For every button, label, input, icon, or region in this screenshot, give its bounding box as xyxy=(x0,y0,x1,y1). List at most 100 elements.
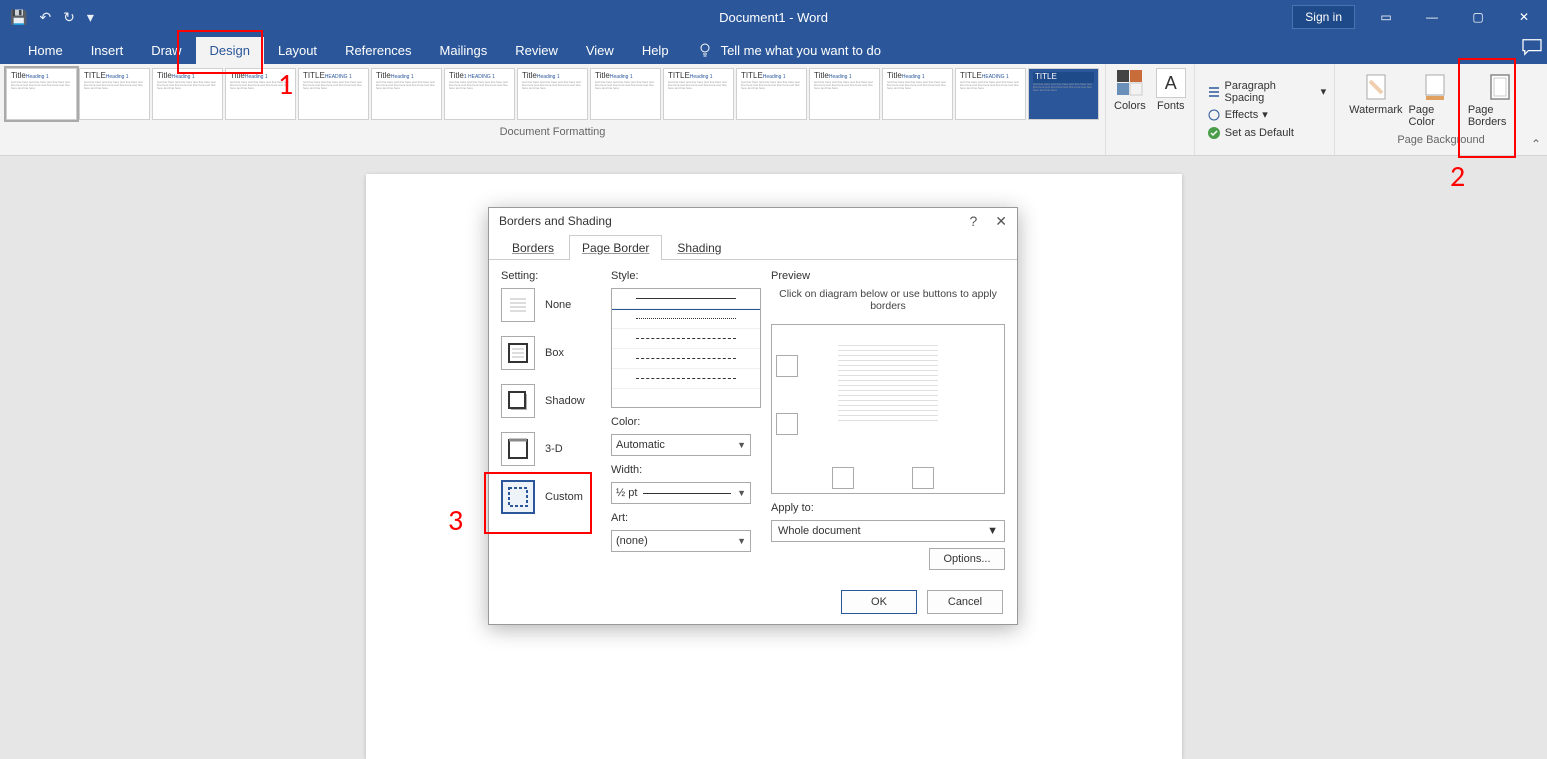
theme-thumb[interactable]: TitleHeading 1text line here text line h… xyxy=(225,68,296,120)
art-combo[interactable]: (none)▼ xyxy=(611,530,751,552)
tab-references[interactable]: References xyxy=(331,37,425,64)
check-icon xyxy=(1207,126,1221,140)
theme-thumb[interactable]: TitleHeading 1text line here text line h… xyxy=(152,68,223,120)
preview-page-icon xyxy=(838,345,938,425)
theme-thumb[interactable]: TitleHeading 1text line here text line h… xyxy=(882,68,953,120)
effects-label: Effects xyxy=(1225,109,1258,121)
width-combo[interactable]: ½ pt▼ xyxy=(611,482,751,504)
tab-insert[interactable]: Insert xyxy=(77,37,138,64)
help-icon[interactable]: ? xyxy=(969,213,977,230)
theme-thumb[interactable]: TITLEHeading 1text line here text line h… xyxy=(663,68,734,120)
fonts-button[interactable]: A Fonts xyxy=(1156,68,1186,112)
dialog-titlebar: Borders and Shading ? ✕ xyxy=(489,208,1017,234)
page-borders-button[interactable]: Page Borders xyxy=(1468,72,1533,128)
borders-shading-dialog: Borders and Shading ? ✕ Borders Page Bor… xyxy=(488,207,1018,625)
border-bottom-toggle[interactable] xyxy=(776,413,798,435)
page-color-button[interactable]: Page Color xyxy=(1409,72,1462,128)
watermark-button[interactable]: Watermark xyxy=(1349,72,1402,128)
theme-thumb[interactable]: TitleHeading 1text line here text line h… xyxy=(6,68,77,120)
redo-icon[interactable]: ↻ xyxy=(63,9,75,26)
title-right: Sign in ▭ — ▢ ✕ xyxy=(1292,0,1547,34)
page-color-icon xyxy=(1420,72,1450,102)
close-icon[interactable]: ✕ xyxy=(1501,0,1547,34)
tab-home[interactable]: Home xyxy=(14,37,77,64)
theme-thumb[interactable]: TITLEHEADING 1text line here text line h… xyxy=(298,68,369,120)
theme-thumb[interactable]: TITLEHeading 1text line here text line h… xyxy=(79,68,150,120)
tab-help[interactable]: Help xyxy=(628,37,683,64)
art-label: Art: xyxy=(611,512,761,524)
width-label: Width: xyxy=(611,464,761,476)
dialog-tab-shading[interactable]: Shading xyxy=(664,235,734,260)
theme-thumb[interactable]: TITLEtext line here text line here text … xyxy=(1028,68,1099,120)
theme-thumb[interactable]: TitleHeading 1text line here text line h… xyxy=(517,68,588,120)
lightbulb-icon xyxy=(697,42,713,58)
style-dashed-sparse[interactable] xyxy=(612,329,760,349)
paragraph-spacing-button[interactable]: Paragraph Spacing ▾ xyxy=(1207,80,1326,104)
color-combo[interactable]: Automatic▼ xyxy=(611,434,751,456)
style-dash-dot[interactable] xyxy=(612,369,760,389)
theme-thumb[interactable]: TITLEHEADING 1text line here text line h… xyxy=(955,68,1026,120)
ribbon-display-icon[interactable]: ▭ xyxy=(1363,0,1409,34)
cancel-button[interactable]: Cancel xyxy=(927,590,1003,614)
save-icon[interactable]: 💾 xyxy=(10,9,27,26)
maximize-icon[interactable]: ▢ xyxy=(1455,0,1501,34)
theme-thumb[interactable]: Title1 HEADING 1text line here text line… xyxy=(444,68,515,120)
dialog-tab-borders[interactable]: Borders xyxy=(499,235,567,260)
options-button[interactable]: Options... xyxy=(929,548,1005,570)
theme-thumb[interactable]: TITLEHeading 1text line here text line h… xyxy=(736,68,807,120)
ribbon: TitleHeading 1text line here text line h… xyxy=(0,64,1547,156)
setting-3d[interactable]: 3-D xyxy=(501,432,601,466)
comments-icon[interactable] xyxy=(1521,38,1543,56)
colors-button[interactable]: Colors xyxy=(1114,68,1146,112)
tab-layout[interactable]: Layout xyxy=(264,37,331,64)
style-listbox[interactable] xyxy=(611,288,761,408)
tab-view[interactable]: View xyxy=(572,37,628,64)
undo-icon[interactable]: ↶ xyxy=(39,9,51,26)
page-background-group: Watermark Page Color Page Borders Page B… xyxy=(1334,64,1547,155)
group-label-formatting: Document Formatting xyxy=(0,124,1105,144)
ok-button[interactable]: OK xyxy=(841,590,917,614)
dialog-close-icon[interactable]: ✕ xyxy=(995,213,1007,230)
document-formatting-group: TitleHeading 1text line here text line h… xyxy=(0,64,1105,155)
dialog-title: Borders and Shading xyxy=(499,214,612,228)
setting-shadow[interactable]: Shadow xyxy=(501,384,601,418)
collapse-ribbon-icon[interactable]: ⌃ xyxy=(1531,137,1541,151)
set-default-button[interactable]: Set as Default xyxy=(1207,126,1326,140)
fonts-label: Fonts xyxy=(1157,100,1185,112)
spacing-effects-group: Paragraph Spacing ▾ Effects ▾ Set as Def… xyxy=(1194,64,1334,155)
setting-custom[interactable]: Custom xyxy=(501,480,601,514)
window-title: Document1 - Word xyxy=(719,10,828,25)
quick-access-toolbar: 💾 ↶ ↻ ▾ xyxy=(0,9,94,26)
qat-more-icon[interactable]: ▾ xyxy=(87,9,94,26)
style-label: Style: xyxy=(611,270,761,282)
paragraph-spacing-label: Paragraph Spacing xyxy=(1224,80,1316,104)
setting-none[interactable]: None xyxy=(501,288,601,322)
style-dashed[interactable] xyxy=(612,349,760,369)
tab-draw[interactable]: Draw xyxy=(137,37,195,64)
border-right-toggle[interactable] xyxy=(912,467,934,489)
dialog-tabs: Borders Page Border Shading xyxy=(489,234,1017,260)
border-left-toggle[interactable] xyxy=(832,467,854,489)
tab-design[interactable]: Design xyxy=(196,37,264,64)
theme-thumb[interactable]: TitleHeading 1text line here text line h… xyxy=(371,68,442,120)
paragraph-spacing-icon xyxy=(1207,85,1221,99)
minimize-icon[interactable]: — xyxy=(1409,0,1455,34)
sign-in-button[interactable]: Sign in xyxy=(1292,5,1355,29)
preview-diagram[interactable] xyxy=(771,324,1005,494)
border-top-toggle[interactable] xyxy=(776,355,798,377)
tell-me-label: Tell me what you want to do xyxy=(721,43,881,58)
dialog-tab-page-border[interactable]: Page Border xyxy=(569,235,662,260)
preview-instructions: Click on diagram below or use buttons to… xyxy=(771,288,1005,312)
style-solid[interactable] xyxy=(612,289,760,309)
ribbon-tabs: File Home Insert Draw Design Layout Refe… xyxy=(0,34,1547,64)
theme-thumb[interactable]: TitleHeading 1text line here text line h… xyxy=(590,68,661,120)
tab-mailings[interactable]: Mailings xyxy=(426,37,502,64)
theme-gallery[interactable]: TitleHeading 1text line here text line h… xyxy=(0,64,1105,124)
tab-review[interactable]: Review xyxy=(501,37,572,64)
setting-box[interactable]: Box xyxy=(501,336,601,370)
effects-button[interactable]: Effects ▾ xyxy=(1207,108,1326,122)
theme-thumb[interactable]: TitleHeading 1text line here text line h… xyxy=(809,68,880,120)
style-dotted[interactable] xyxy=(612,309,760,329)
apply-to-combo[interactable]: Whole document▼ xyxy=(771,520,1005,542)
tell-me-search[interactable]: Tell me what you want to do xyxy=(683,36,895,64)
